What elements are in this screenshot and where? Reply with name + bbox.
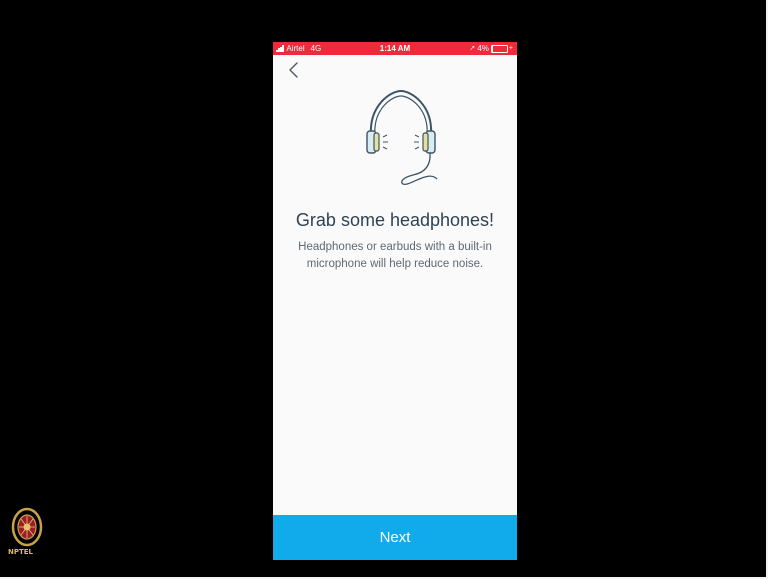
next-button[interactable]: Next xyxy=(273,515,517,560)
location-arrow-icon: ➚ xyxy=(469,45,476,52)
headphones-icon xyxy=(366,89,438,185)
back-button[interactable] xyxy=(286,60,304,80)
charging-icon: + xyxy=(508,45,513,52)
phone-screen: Airtel 4G 1:14 AM ➚ 4% + Grab some headp… xyxy=(273,42,517,560)
battery-icon xyxy=(490,44,508,53)
battery-percent: 4% xyxy=(477,44,489,53)
battery-fill xyxy=(491,45,493,52)
nptel-logo-text: NPTEL xyxy=(8,548,34,556)
page-title: Grab some headphones! xyxy=(295,210,495,230)
status-bar: Airtel 4G 1:14 AM ➚ 4% + xyxy=(273,42,517,55)
status-right: ➚ 4% + xyxy=(469,42,513,55)
page-description: Headphones or earbuds with a built-in mi… xyxy=(298,241,492,270)
video-frame: Airtel 4G 1:14 AM ➚ 4% + Grab some headp… xyxy=(0,0,768,579)
chevron-left-icon xyxy=(289,62,298,78)
